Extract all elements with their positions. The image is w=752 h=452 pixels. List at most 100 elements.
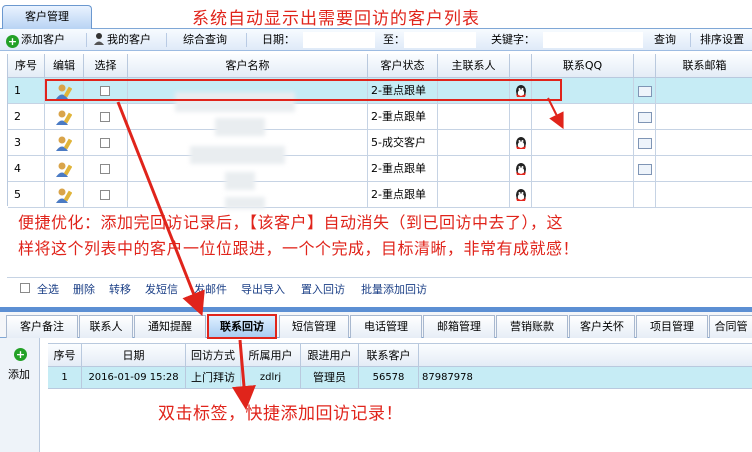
row-checkbox[interactable] (100, 164, 110, 174)
edit-user-icon[interactable] (56, 187, 72, 203)
person-icon (94, 33, 104, 45)
tab-project-management[interactable]: 项目管理 (636, 315, 708, 338)
tab-customer-management[interactable]: 客户管理 (2, 5, 92, 29)
table-row[interactable]: 4 2-重点跟单 (8, 156, 752, 182)
table-row[interactable]: 3 5-成交客户 (8, 130, 752, 156)
row-mail-cell (634, 104, 656, 130)
followup-date: 2016-01-09 15:28 (82, 367, 186, 389)
send-sms-button[interactable]: 发短信 (145, 281, 178, 297)
column-header-contact[interactable]: 主联系人 (438, 54, 510, 78)
redacted-name (190, 146, 285, 164)
combined-query-button[interactable]: 综合查询 (183, 32, 227, 48)
toolbar: + 添加客户 我的客户 综合查询 日期： 至： 关键字： 查询 排序设置 (0, 29, 752, 51)
highlight-first-row (45, 79, 562, 101)
tab-customer-care[interactable]: 客户关怀 (569, 315, 635, 338)
tab-followup-visits[interactable]: 联系回访 (207, 314, 277, 339)
row-edit-cell (45, 182, 84, 208)
add-icon[interactable]: + (14, 348, 27, 361)
column-header-customer-name[interactable]: 客户名称 (128, 54, 368, 78)
add-followup-button[interactable]: 添加 (8, 366, 30, 382)
followup-owner: zdlrj (241, 367, 301, 389)
row-checkbox[interactable] (100, 138, 110, 148)
keyword-input[interactable] (543, 32, 643, 48)
row-qq-cell (510, 130, 532, 156)
followup-phone: 87987978 (422, 372, 473, 383)
row-mail-cell (634, 130, 656, 156)
edit-user-icon[interactable] (56, 135, 72, 151)
row-no: 4 (8, 156, 45, 182)
column-header-email[interactable]: 联系邮箱 (656, 54, 752, 78)
column-header-status[interactable]: 客户状态 (368, 54, 438, 78)
query-button[interactable]: 查询 (654, 32, 676, 48)
set-followup-button[interactable]: 置入回访 (301, 281, 345, 297)
table-row[interactable]: 5 2-重点跟单 (8, 182, 752, 208)
column-header-follower[interactable]: 跟进用户 (301, 344, 359, 367)
followup-follower: 管理员 (301, 367, 359, 389)
date-from-input[interactable] (303, 32, 375, 48)
qq-icon[interactable] (515, 188, 527, 202)
select-all-button[interactable]: 全选 (37, 281, 59, 297)
tab-phone-management[interactable]: 电话管理 (350, 315, 422, 338)
send-mail-button[interactable]: 发邮件 (194, 281, 227, 297)
row-checkbox[interactable] (100, 190, 110, 200)
keyword-label: 关键字： (491, 33, 535, 46)
row-status: 5-成交客户 (368, 130, 438, 156)
row-status: 2-重点跟单 (368, 182, 438, 208)
toolbar-separator (690, 33, 691, 47)
tab-customer-notes[interactable]: 客户备注 (6, 315, 78, 338)
column-header-date[interactable]: 日期 (82, 344, 186, 367)
qq-icon[interactable] (515, 162, 527, 176)
row-edit-cell (45, 156, 84, 182)
tab-mailbox-management[interactable]: 邮箱管理 (423, 315, 495, 338)
tab-marketing-accounts[interactable]: 营销账款 (496, 315, 568, 338)
row-checkbox[interactable] (100, 112, 110, 122)
to-label: 至： (383, 33, 405, 46)
date-to-input[interactable] (404, 32, 476, 48)
mail-icon[interactable] (638, 164, 652, 175)
sort-settings-button[interactable]: 排序设置 (700, 32, 744, 48)
row-status: 2-重点跟单 (368, 156, 438, 182)
edit-user-icon[interactable] (56, 161, 72, 177)
table-row[interactable]: 2 2-重点跟单 (8, 104, 752, 130)
row-email-value (656, 130, 752, 156)
column-header-method[interactable]: 回访方式 (186, 344, 241, 367)
column-header-owner[interactable]: 所属用户 (241, 344, 301, 367)
row-mail-cell (634, 182, 656, 208)
row-email-value (656, 182, 752, 208)
column-header-no[interactable]: 序号 (48, 344, 82, 367)
column-header-blank[interactable] (634, 54, 656, 78)
mail-icon[interactable] (638, 112, 652, 123)
mail-icon[interactable] (638, 86, 652, 97)
add-customer-button[interactable]: + 添加客户 (6, 32, 65, 48)
mail-icon[interactable] (638, 138, 652, 149)
column-header-qq[interactable]: 联系QQ (532, 54, 634, 78)
my-customers-button[interactable]: 我的客户 (93, 32, 151, 48)
column-header-select[interactable]: 选择 (84, 54, 128, 78)
table-row[interactable]: 1 2016-01-09 15:28 上门拜访 zdlrj 管理员 56578 … (48, 367, 752, 389)
redacted-name (225, 197, 265, 209)
column-header-blank[interactable] (510, 54, 532, 78)
tab-contract-management[interactable]: 合同管 (709, 315, 752, 338)
tab-sms-management[interactable]: 短信管理 (279, 315, 349, 338)
grid-header: 序号 编辑 选择 客户名称 客户状态 主联系人 联系QQ 联系邮箱 (8, 54, 752, 78)
delete-button[interactable]: 删除 (73, 281, 95, 297)
column-header-edit[interactable]: 编辑 (45, 54, 84, 78)
tab-notifications[interactable]: 通知提醒 (134, 315, 206, 338)
qq-icon[interactable] (515, 136, 527, 150)
edit-user-icon[interactable] (56, 109, 72, 125)
import-export-button[interactable]: 导出导入 (241, 281, 285, 297)
column-header-customer[interactable]: 联系客户 (359, 344, 419, 367)
redacted-name (225, 172, 255, 190)
transfer-button[interactable]: 转移 (109, 281, 131, 297)
row-no: 2 (8, 104, 45, 130)
followup-no: 1 (48, 367, 82, 389)
row-status: 2-重点跟单 (368, 104, 438, 130)
tab-contacts[interactable]: 联系人 (79, 315, 133, 338)
batch-add-followup-button[interactable]: 批量添加回访 (361, 281, 427, 297)
column-header-blank[interactable] (419, 344, 752, 367)
row-mail-cell (634, 156, 656, 182)
column-header-no[interactable]: 序号 (8, 54, 45, 78)
followup-method: 上门拜访 (186, 367, 241, 389)
toolbar-separator (166, 33, 167, 47)
select-all-checkbox[interactable] (20, 283, 30, 293)
